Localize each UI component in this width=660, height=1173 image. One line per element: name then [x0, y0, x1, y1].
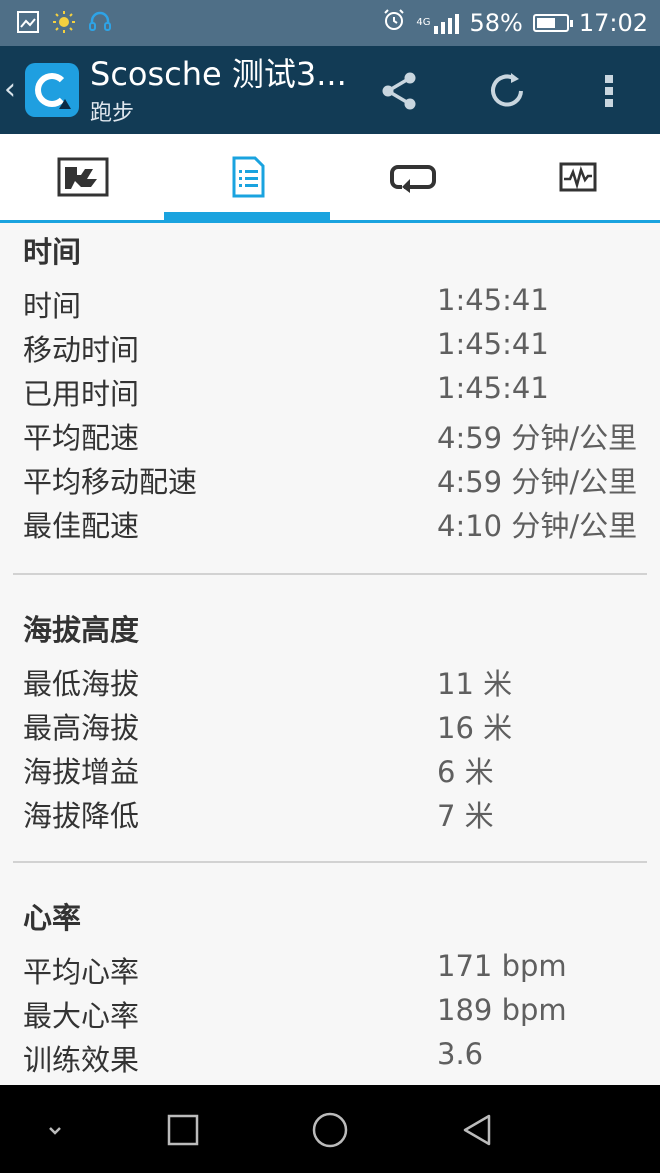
chart-icon	[559, 162, 596, 192]
network-type-label: 4G	[416, 17, 431, 28]
share-button[interactable]	[375, 66, 425, 116]
row-label: 已用时间	[23, 377, 140, 411]
tab-laps[interactable]	[330, 134, 495, 220]
tab-bar	[0, 134, 660, 223]
document-list-icon	[232, 156, 264, 198]
row-label: 最大心率	[23, 999, 140, 1033]
tab-map[interactable]	[0, 134, 165, 220]
row-label: 时间	[23, 289, 82, 323]
row-value: 171 bpm	[437, 949, 567, 983]
row-label: 训练效果	[23, 1043, 140, 1077]
row-value: 16 米	[437, 711, 513, 745]
section-title-heart-rate: 心率	[23, 901, 82, 935]
system-nav-bar	[0, 1085, 660, 1173]
app-logo[interactable]	[25, 63, 79, 117]
tab-charts[interactable]	[495, 134, 660, 220]
row-label: 海拔增益	[23, 755, 140, 789]
status-bar: 4G 58% 17:02	[0, 0, 660, 46]
refresh-button[interactable]	[482, 66, 532, 116]
row-value: 1:45:41	[437, 371, 549, 405]
back-chevron-icon[interactable]: ‹	[4, 72, 16, 107]
section-title-altitude: 海拔高度	[23, 613, 140, 647]
row-value: 6 米	[437, 755, 494, 789]
row-label: 海拔降低	[23, 799, 140, 833]
overflow-menu-icon	[605, 75, 613, 107]
recents-button[interactable]	[158, 1105, 208, 1155]
section-title-time: 时间	[23, 235, 82, 269]
alarm-icon	[382, 8, 406, 38]
row-value: 1:45:41	[437, 283, 549, 317]
sun-icon	[52, 10, 76, 38]
chevron-down-icon	[49, 1127, 61, 1135]
activity-type: 跑步	[90, 101, 135, 126]
row-label: 最高海拔	[23, 711, 140, 745]
clock: 17:02	[578, 9, 648, 37]
row-label: 平均心率	[23, 955, 140, 989]
row-value: 4:10 分钟/公里	[437, 509, 638, 543]
map-icon	[57, 157, 108, 197]
row-value: 4:59 分钟/公里	[437, 421, 638, 455]
section-divider	[13, 861, 647, 863]
recents-icon	[167, 1114, 199, 1146]
row-value: 11 米	[437, 667, 513, 701]
row-value: 1:45:41	[437, 327, 549, 361]
refresh-icon	[491, 73, 523, 107]
row-label: 平均移动配速	[23, 465, 198, 499]
hide-nav-button[interactable]	[30, 1105, 80, 1155]
home-button[interactable]	[305, 1105, 355, 1155]
share-icon	[382, 72, 416, 110]
row-value: 7 米	[437, 799, 494, 833]
back-icon	[463, 1114, 491, 1146]
battery-icon	[532, 14, 573, 32]
loop-icon	[389, 165, 436, 193]
row-value: 189 bpm	[437, 993, 567, 1027]
home-icon	[312, 1112, 348, 1148]
back-button[interactable]	[452, 1105, 502, 1155]
row-value: 4:59 分钟/公里	[437, 465, 638, 499]
row-label: 最佳配速	[23, 509, 140, 543]
tab-stats[interactable]	[165, 134, 330, 220]
image-icon	[16, 10, 40, 38]
row-value: 3.6	[437, 1037, 484, 1071]
row-label: 移动时间	[23, 333, 140, 367]
headset-icon	[88, 10, 112, 38]
signal-icon	[434, 12, 460, 34]
row-label: 最低海拔	[23, 667, 140, 701]
battery-percent: 58%	[469, 9, 523, 37]
tab-selection-indicator	[164, 212, 330, 220]
app-bar: ‹ Scosche 测试3... 跑步	[0, 46, 660, 134]
section-divider	[13, 573, 647, 575]
overflow-menu-button[interactable]	[584, 66, 634, 116]
page-title: Scosche 测试3...	[90, 55, 347, 93]
row-label: 平均配速	[23, 421, 140, 455]
